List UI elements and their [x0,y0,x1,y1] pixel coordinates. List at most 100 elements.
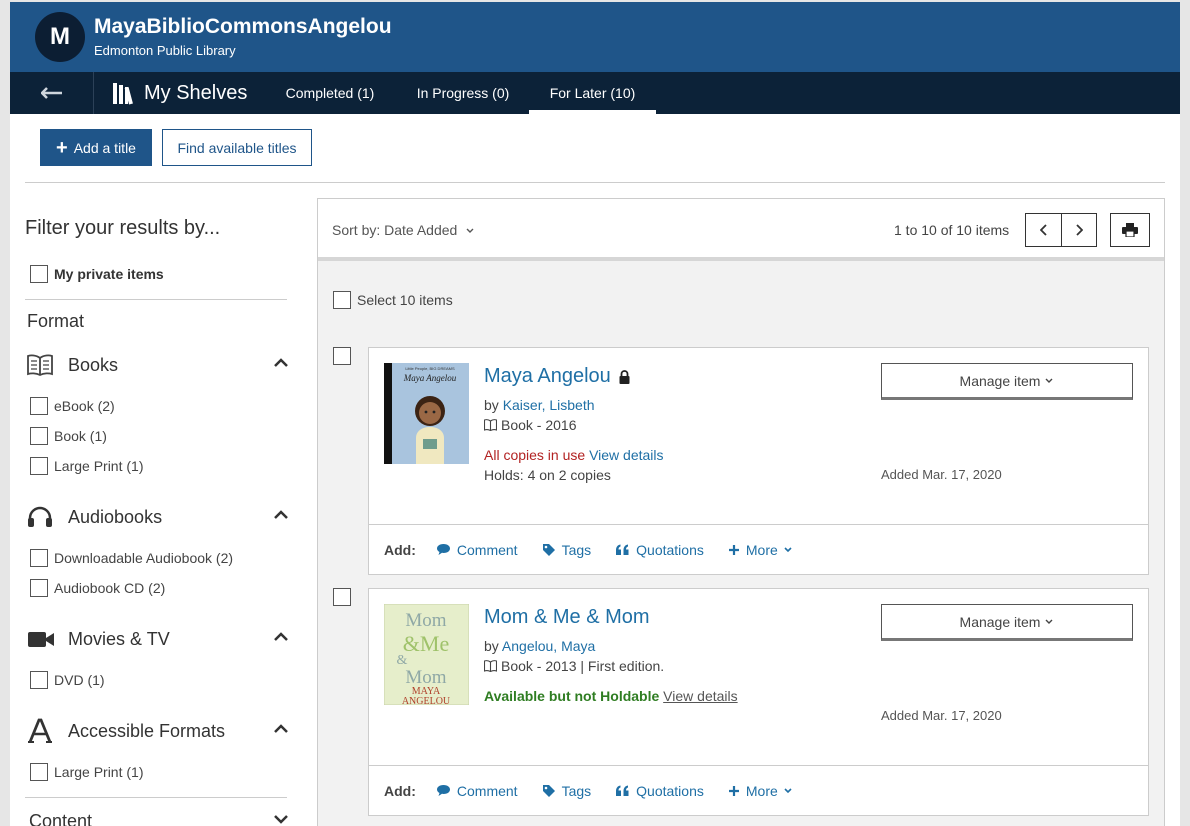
tags-link[interactable]: Tags [542,783,591,799]
tags-label: Tags [561,541,592,558]
quotations-label: Quotations [636,541,704,558]
book-icon [27,354,53,376]
more-label: More [745,541,778,558]
checkbox[interactable] [30,265,48,283]
quotations-link[interactable]: Quotations [615,542,704,558]
filter-option[interactable]: eBook (2) [30,397,115,415]
find-available-button[interactable]: Find available titles [162,129,312,166]
sort-dropdown[interactable]: Sort by: Date Added [332,222,475,238]
group-audiobooks[interactable]: Audiobooks [27,502,289,532]
filter-option[interactable]: Large Print (1) [30,457,143,475]
cover-text: Mom [405,667,446,688]
manage-item-button[interactable]: Manage item [881,363,1133,400]
tags-link[interactable]: Tags [542,541,592,558]
checkbox[interactable] [30,397,48,415]
tab-completed[interactable]: Completed (1) [272,72,388,114]
tab-in-progress[interactable]: In Progress (0) [403,72,523,114]
chevron-up-icon[interactable] [273,358,289,368]
group-movies[interactable]: Movies & TV [27,624,289,654]
video-camera-icon [28,632,54,647]
group-accessible-formats[interactable]: Accessible Formats [27,716,289,746]
add-title-label: Add a title [73,139,136,156]
item-title-row: Maya Angelou [484,365,630,388]
more-dropdown[interactable]: More [728,542,793,558]
tab-for-later[interactable]: For Later (10) [529,72,656,114]
next-page-button[interactable] [1061,214,1096,246]
results-count: 1 to 10 of 10 items [894,222,1010,238]
quotations-link[interactable]: Quotations [615,783,704,799]
item-title[interactable]: Mom & Me & Mom [484,606,650,629]
app-frame: M MayaBiblioCommonsAngelou Edmonton Publ… [10,2,1180,826]
prev-page-button[interactable] [1026,214,1061,246]
pager [1025,213,1097,247]
checkbox[interactable] [333,291,351,309]
headphones-icon [28,506,52,527]
group-books[interactable]: Books [27,350,289,380]
item-actions: Add: Comment Tags Quotations More [369,765,1148,815]
more-dropdown[interactable]: More [728,783,793,799]
chevron-left-icon [1039,224,1047,236]
divider [25,797,287,798]
chevron-down-icon [784,787,792,793]
book-cover[interactable]: Mom &Me & Mom MAYA ANGELOU [384,604,469,705]
chevron-up-icon[interactable] [273,632,289,642]
comment-link[interactable]: Comment [436,783,518,799]
chevron-right-icon [1076,224,1083,236]
by-prefix: by [484,638,499,654]
checkbox[interactable] [30,427,48,445]
add-label: Add: [384,782,416,799]
filter-option[interactable]: Audiobook CD (2) [30,579,165,597]
filter-option[interactable]: DVD (1) [30,671,105,689]
sort-label: Sort by: Date Added [332,222,458,238]
filter-option[interactable]: Book (1) [30,427,107,445]
chevron-up-icon[interactable] [273,510,289,520]
filter-title: Filter your results by... [25,217,221,239]
item-title[interactable]: Maya Angelou [484,365,611,388]
item-checkbox[interactable] [333,347,351,365]
book-cover[interactable]: Little People, BIG DREAMS Maya Angelou [384,363,469,464]
chevron-up-icon[interactable] [273,724,289,734]
author-link[interactable]: Kaiser, Lisbeth [503,397,595,413]
chevron-down-icon[interactable] [273,814,289,824]
checkbox[interactable] [30,579,48,597]
print-button[interactable] [1110,213,1150,247]
add-title-button[interactable]: + Add a title [40,129,152,166]
plus-icon: + [56,136,68,159]
manage-item-button[interactable]: Manage item [881,604,1133,641]
item-meta-text: Book - 2016 [501,417,577,433]
filter-option[interactable]: Downloadable Audiobook (2) [30,549,233,567]
filter-option[interactable]: Large Print (1) [30,763,143,781]
filter-private[interactable]: My private items [30,265,164,283]
checkbox[interactable] [30,549,48,567]
group-content[interactable]: Content [27,806,289,826]
added-date: Added Mar. 17, 2020 [881,708,1002,723]
view-details-link[interactable]: View details [663,688,737,704]
results-header: Sort by: Date Added 1 to 10 of 10 items [318,199,1164,261]
group-books-label: Books [68,354,119,375]
select-all[interactable]: Select 10 items [333,291,453,309]
item-meta-text: Book - 2013 | First edition. [501,658,665,674]
printer-icon [1122,223,1138,237]
back-button[interactable] [10,72,94,114]
quotations-label: Quotations [636,782,704,799]
item-checkbox[interactable] [333,588,351,606]
filter-option-label: Audiobook CD (2) [54,580,166,596]
item-meta: Book - 2013 | First edition. [484,658,664,674]
group-audiobooks-label: Audiobooks [68,506,163,527]
author-link[interactable]: Angelou, Maya [502,638,595,654]
checkbox[interactable] [30,671,48,689]
holds-info: Holds: 4 on 2 copies [484,467,611,483]
comment-link[interactable]: Comment [436,542,518,558]
checkbox[interactable] [30,457,48,475]
item-actions: Add: Comment Tags Quotations More [369,524,1148,574]
shelves-nav: My Shelves Completed (1) In Progress (0)… [10,72,1180,114]
checkbox[interactable] [30,763,48,781]
username[interactable]: MayaBiblioCommonsAngelou [94,15,392,39]
add-label: Add: [384,541,416,558]
added-date: Added Mar. 17, 2020 [881,467,1002,482]
chevron-down-icon [784,546,792,552]
avatar[interactable]: M [35,12,85,62]
group-content-label: Content [29,810,93,826]
view-details-link[interactable]: View details [589,447,663,463]
item-author-row: by Angelou, Maya [484,638,595,654]
